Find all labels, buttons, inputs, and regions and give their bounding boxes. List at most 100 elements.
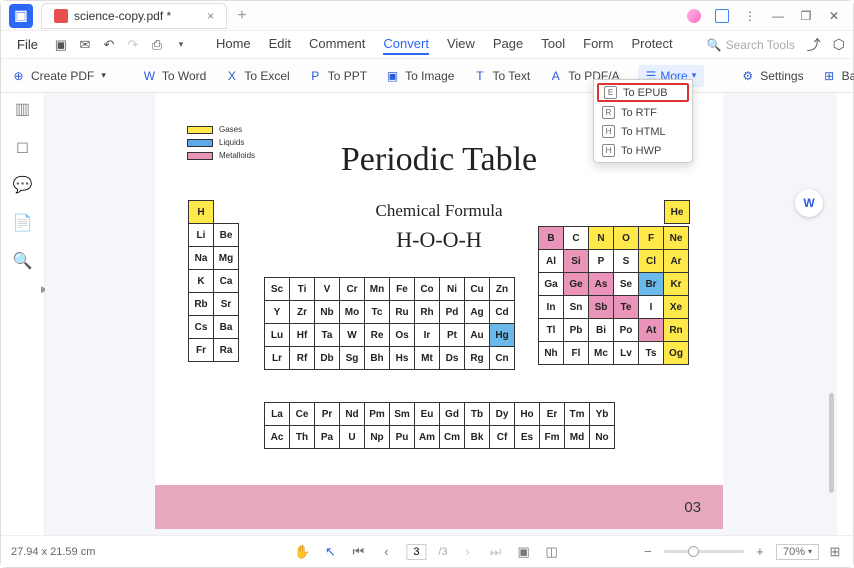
batch-convert-button[interactable]: ⊞Batch Conve› (822, 68, 854, 83)
to-excel-button[interactable]: XTo Excel (224, 68, 289, 83)
element-cell: W (339, 323, 365, 347)
create-pdf-button[interactable]: ⊕Create PDF▾ (11, 68, 106, 83)
menu-tab-home[interactable]: Home (216, 34, 251, 55)
menu-tab-page[interactable]: Page (493, 34, 523, 55)
element-cell: Ts (638, 341, 664, 365)
element-cell: Li (188, 223, 214, 247)
window-minimize[interactable]: — (765, 3, 791, 29)
menu-tab-view[interactable]: View (447, 34, 475, 55)
cloud-icon[interactable]: ⬡ (833, 36, 845, 53)
to-ppt-button[interactable]: PTo PPT (308, 68, 367, 83)
window-restore[interactable]: ❐ (793, 3, 819, 29)
scrollbar-thumb[interactable] (829, 393, 834, 493)
selection-tool-icon[interactable]: ↖ (322, 544, 338, 560)
to-word-button[interactable]: WTo Word (142, 68, 206, 83)
zoom-in-icon[interactable]: + (752, 544, 768, 560)
page-subtitle: Chemical Formula (375, 201, 502, 221)
zoom-thumb[interactable] (688, 546, 699, 557)
chevron-down-icon[interactable]: ▾ (172, 36, 190, 54)
share-icon[interactable]: ⤴ (807, 35, 821, 55)
hand-tool-icon[interactable]: ✋ (294, 544, 310, 560)
page-number-input[interactable] (406, 544, 426, 560)
element-cell: Tm (564, 402, 590, 426)
view-mode-icon[interactable]: ▣ (516, 544, 532, 560)
first-page-icon[interactable]: ⏮ (350, 544, 366, 560)
element-cell: P (588, 249, 614, 273)
menu-tab-edit[interactable]: Edit (269, 34, 291, 55)
comments-icon[interactable]: 💬 (13, 175, 33, 195)
export-word-fab[interactable]: W (795, 189, 823, 217)
search-panel-icon[interactable]: 🔍 (13, 251, 33, 271)
next-page-icon[interactable]: › (460, 544, 476, 560)
element-cell: Mc (588, 341, 614, 365)
element-cell: Ho (514, 402, 540, 426)
open-icon[interactable]: ▣ (52, 36, 70, 54)
document-area[interactable]: Gases Liquids Metalloids Periodic Table … (45, 93, 837, 535)
more-dropdown: ETo EPUBRTo RTFHTo HTMLHTo HWP (593, 79, 693, 163)
to-text-button[interactable]: TTo Text (472, 68, 530, 83)
add-tab-button[interactable]: + (237, 7, 246, 25)
more-menu-item-to-html[interactable]: HTo HTML (594, 122, 692, 141)
kebab-icon[interactable]: ⋮ (737, 3, 763, 29)
window-close[interactable]: ✕ (821, 3, 847, 29)
element-cell: Sc (264, 277, 290, 301)
menu-tab-comment[interactable]: Comment (309, 34, 365, 55)
element-cell: Rb (188, 292, 214, 316)
fit-icon[interactable]: ⊞ (827, 544, 843, 560)
menu-tab-form[interactable]: Form (583, 34, 613, 55)
zoom-value[interactable]: 70%▾ (776, 544, 819, 560)
last-page-icon[interactable]: ⏭ (488, 544, 504, 560)
thumbnails-icon[interactable]: ▥ (13, 99, 33, 119)
more-menu-item-to-rtf[interactable]: RTo RTF (594, 103, 692, 122)
zoom-slider[interactable] (664, 550, 744, 553)
page-dimensions: 27.94 x 21.59 cm (11, 546, 95, 558)
element-cell: Hf (289, 323, 315, 347)
element-cell: Tc (364, 300, 390, 324)
settings-button[interactable]: ⚙Settings (740, 68, 803, 83)
element-cell: Lr (264, 346, 290, 370)
zoom-out-icon[interactable]: − (640, 544, 656, 560)
element-cell: Lv (613, 341, 639, 365)
prev-page-icon[interactable]: ‹ (378, 544, 394, 560)
element-cell: Xe (663, 295, 689, 319)
attachments-icon[interactable]: 📄 (13, 213, 33, 233)
page-footer: 03 (155, 485, 723, 529)
redo-icon[interactable]: ↷ (124, 36, 142, 54)
element-cell: Th (289, 425, 315, 449)
text-icon: T (472, 68, 487, 83)
element-cell: In (538, 295, 564, 319)
to-image-button[interactable]: ▣To Image (385, 68, 454, 83)
search-tools[interactable]: 🔍 Search Tools (707, 38, 795, 52)
menu-file[interactable]: File (9, 37, 46, 52)
element-cell: Be (213, 223, 239, 247)
element-cell: Cr (339, 277, 365, 301)
menu-tab-convert[interactable]: Convert (383, 34, 429, 55)
element-cell: Gd (439, 402, 465, 426)
bookmarks-icon[interactable]: ◻ (13, 137, 33, 157)
document-tab[interactable]: science-copy.pdf * × (41, 3, 227, 29)
reflow-icon[interactable]: ◫ (544, 544, 560, 560)
more-menu-item-to-hwp[interactable]: HTo HWP (594, 141, 692, 160)
menu-tab-tool[interactable]: Tool (541, 34, 565, 55)
more-menu-item-to-epub[interactable]: ETo EPUB (597, 83, 689, 102)
element-cell: He (664, 200, 690, 224)
element-cell: Y (264, 300, 290, 324)
element-cell: Lu (264, 323, 290, 347)
element-cell: Po (613, 318, 639, 342)
theme-icon[interactable] (681, 3, 707, 29)
page-number: 03 (684, 499, 701, 516)
legend-swatch-liquids (187, 139, 213, 147)
element-cell: I (638, 295, 664, 319)
undo-icon[interactable]: ↶ (100, 36, 118, 54)
save-icon[interactable]: ✉ (76, 36, 94, 54)
element-cell: Ca (213, 269, 239, 293)
element-cell: Rh (414, 300, 440, 324)
legend-label: Liquids (219, 138, 244, 147)
notif-icon[interactable] (709, 3, 735, 29)
menu-tab-protect[interactable]: Protect (631, 34, 672, 55)
print-icon[interactable]: ⎙ (148, 36, 166, 54)
element-cell: Bh (364, 346, 390, 370)
close-tab-icon[interactable]: × (207, 9, 214, 23)
element-cell: Ti (289, 277, 315, 301)
element-cell: Yb (589, 402, 615, 426)
